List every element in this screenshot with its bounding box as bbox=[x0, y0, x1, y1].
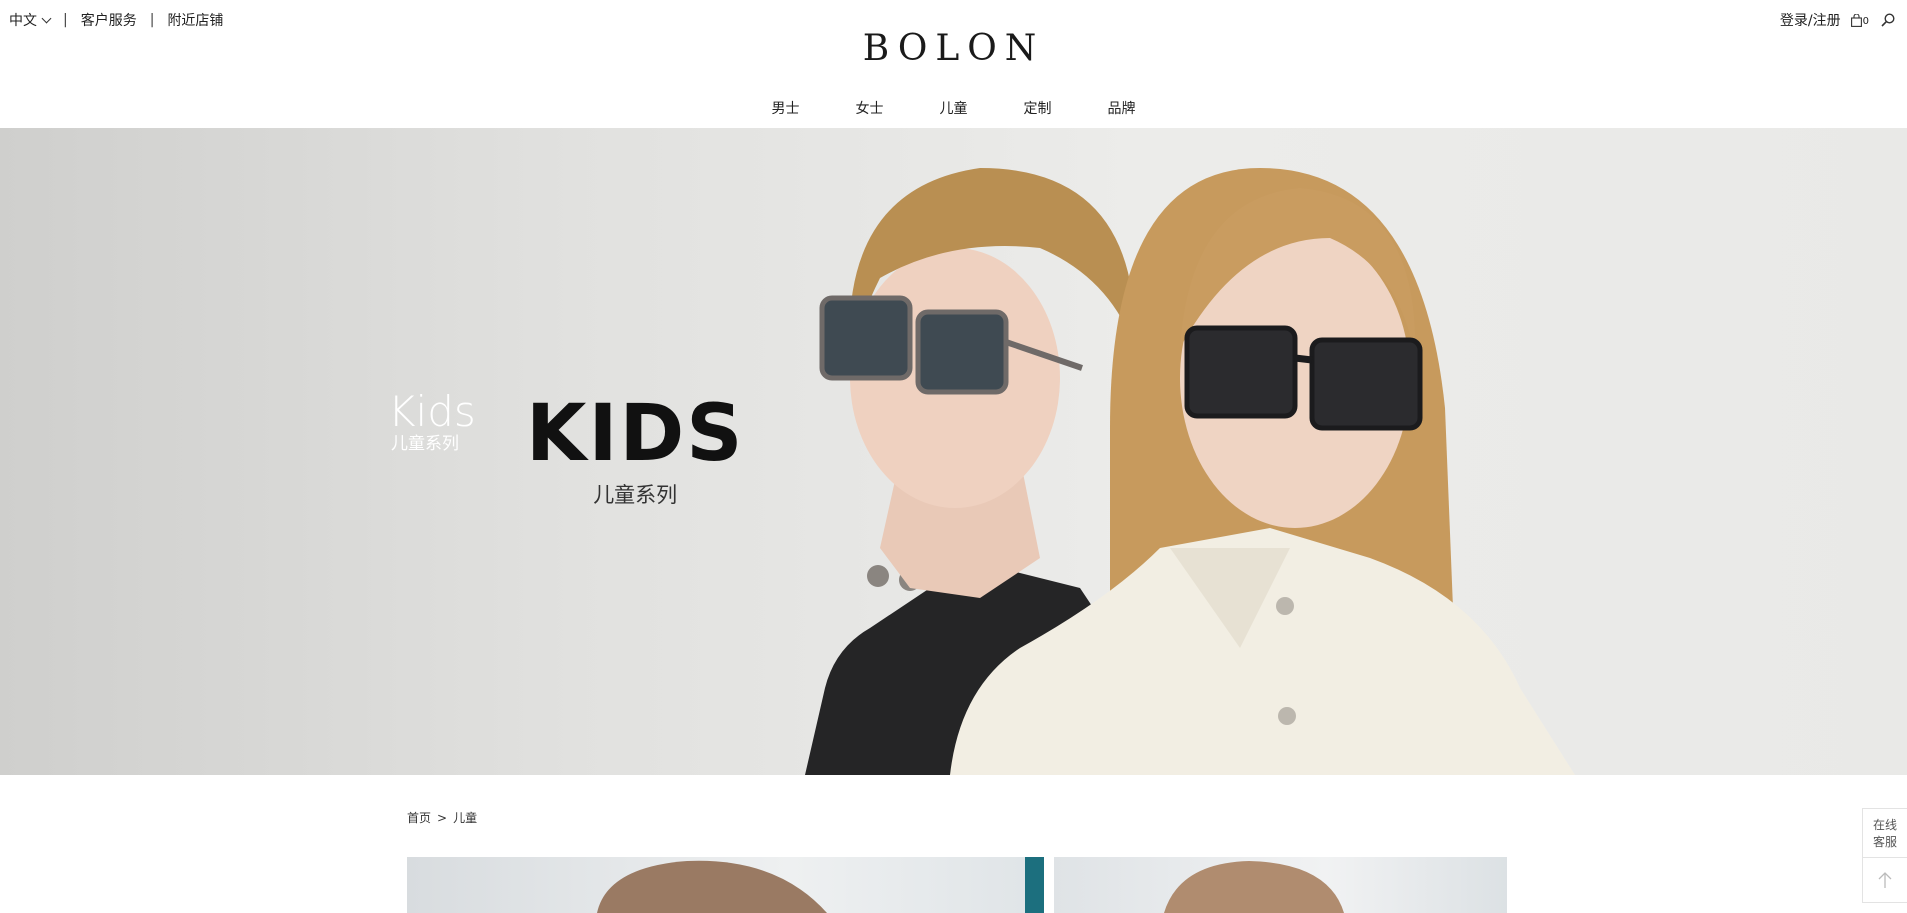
nav-item-brand[interactable]: 品牌 bbox=[1108, 98, 1136, 118]
product-image-1 bbox=[597, 857, 1044, 913]
product-card-1[interactable] bbox=[407, 857, 1044, 913]
search-button[interactable] bbox=[1881, 13, 1895, 27]
nav-item-women[interactable]: 女士 bbox=[856, 98, 884, 118]
hero-banner: Kids 儿童系列 KIDS 儿童系列 bbox=[0, 128, 1907, 775]
nearby-stores-link[interactable]: 附近店铺 bbox=[167, 10, 223, 30]
breadcrumb-current: 儿童 bbox=[453, 811, 478, 825]
hero-big-title: KIDS 儿童系列 bbox=[526, 393, 744, 509]
hero-small-title-en: Kids bbox=[388, 387, 476, 436]
customer-service-link[interactable]: 客户服务 bbox=[81, 10, 137, 30]
product-image-2 bbox=[1164, 861, 1344, 913]
brand-logo[interactable]: BOLON bbox=[0, 28, 1907, 69]
arrow-up-icon bbox=[1878, 872, 1892, 888]
nav-item-men[interactable]: 男士 bbox=[772, 98, 800, 118]
separator: | bbox=[63, 12, 68, 28]
hero-big-title-en: KIDS bbox=[526, 389, 745, 479]
cart-count: 0 bbox=[1862, 15, 1869, 27]
language-label: 中文 bbox=[9, 13, 37, 29]
online-service-label-1: 在线 bbox=[1872, 818, 1897, 832]
hero-small-title-cn: 儿童系列 bbox=[391, 434, 459, 454]
language-selector[interactable]: 中文 bbox=[9, 10, 52, 30]
main-nav: 男士 女士 儿童 定制 品牌 bbox=[0, 98, 1907, 118]
search-icon bbox=[1881, 13, 1895, 27]
product-card-2[interactable] bbox=[1054, 857, 1507, 913]
floating-side-widget: 在线 客服 bbox=[1862, 808, 1907, 903]
breadcrumb-separator: > bbox=[437, 811, 448, 825]
top-right-links: 登录/注册 0 bbox=[1780, 10, 1895, 30]
breadcrumb-home[interactable]: 首页 bbox=[407, 811, 431, 825]
login-register-link[interactable]: 登录/注册 bbox=[1780, 10, 1841, 30]
chevron-down-icon bbox=[41, 13, 52, 23]
nav-item-custom[interactable]: 定制 bbox=[1024, 98, 1052, 118]
online-service-button[interactable]: 在线 客服 bbox=[1863, 809, 1907, 858]
cart-button[interactable]: 0 bbox=[1850, 13, 1869, 27]
back-to-top-button[interactable] bbox=[1863, 858, 1907, 902]
online-service-label-2: 客服 bbox=[1872, 835, 1897, 849]
separator: | bbox=[149, 12, 155, 28]
shopping-bag-icon bbox=[1850, 13, 1862, 27]
nav-item-kids[interactable]: 儿童 bbox=[940, 98, 968, 118]
hero-small-title: Kids 儿童系列 bbox=[388, 387, 476, 455]
hero-big-title-cn: 儿童系列 bbox=[593, 483, 678, 507]
hero-kids-photo bbox=[805, 168, 1575, 775]
breadcrumb: 首页 > 儿童 bbox=[407, 809, 477, 826]
top-left-links: 中文 | 客户服务 | 附近店铺 bbox=[9, 10, 223, 30]
